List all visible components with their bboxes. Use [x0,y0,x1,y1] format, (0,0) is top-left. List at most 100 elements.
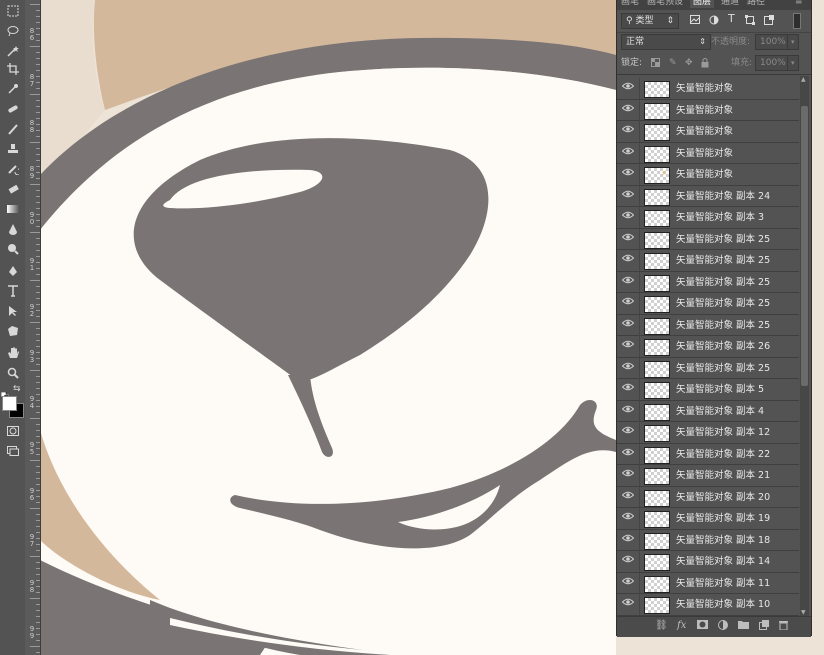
eraser-tool-icon[interactable] [3,180,22,198]
layer-name[interactable]: 矢量智能对象 副本 22 [676,448,770,461]
layer-thumbnail[interactable] [644,339,670,356]
eye-icon[interactable] [621,383,635,395]
layer-name[interactable]: 矢量智能对象 副本 20 [676,491,770,504]
layer-thumbnail[interactable] [644,511,670,528]
pen-tool-icon[interactable] [3,262,22,280]
layer-name[interactable]: 矢量智能对象 副本 25 [676,254,770,267]
panel-menu-icon[interactable]: ≡ [795,0,803,8]
default-colors-icon[interactable] [0,385,10,401]
eye-icon[interactable] [621,125,635,137]
lock-position-icon[interactable]: ✥ [685,57,693,69]
layer-name[interactable]: 矢量智能对象 [676,104,733,117]
eye-icon[interactable] [621,190,635,202]
trash-icon[interactable] [779,620,788,634]
zoom-tool-icon[interactable] [3,364,22,382]
layer-name[interactable]: 矢量智能对象 [676,168,733,181]
folder-icon[interactable] [738,620,749,633]
swap-colors-icon[interactable]: ⇆ [13,384,23,394]
layer-thumbnail[interactable] [644,468,670,485]
eye-icon[interactable] [621,276,635,288]
layer-list-scrollbar[interactable]: ▲ ▼ [800,76,809,616]
layer-name[interactable]: 矢量智能对象 [676,147,733,160]
layer-name[interactable]: 矢量智能对象 副本 5 [676,383,764,396]
tab-layers[interactable]: 图层 [690,0,715,8]
layer-filter-select[interactable]: ⚲ 类型 ⇕ [621,13,679,29]
filter-adjustment-icon[interactable] [709,15,719,29]
magic-wand-tool-icon[interactable] [3,42,22,60]
eye-icon[interactable] [621,405,635,417]
layer-row[interactable]: 矢量智能对象 副本 25 [617,357,799,379]
layer-name[interactable]: 矢量智能对象 副本 19 [676,512,770,525]
layer-thumbnail[interactable] [644,532,670,550]
eye-icon[interactable] [621,233,635,245]
layer-name[interactable]: 矢量智能对象 副本 25 [676,362,770,375]
layer-name[interactable]: 矢量智能对象 副本 25 [676,319,770,332]
blur-tool-icon[interactable] [3,220,22,238]
layer-row[interactable]: 矢量智能对象 副本 25 [617,228,799,250]
layer-thumbnail[interactable] [644,124,670,141]
brush-tool-icon[interactable] [3,120,22,138]
layer-name[interactable]: 矢量智能对象 副本 25 [676,297,770,310]
layer-row[interactable]: 矢量智能对象 副本 21 [617,465,799,487]
layer-name[interactable]: 矢量智能对象 副本 3 [676,211,764,224]
layer-row[interactable]: 矢量智能对象 [617,99,799,121]
layer-thumbnail[interactable] [644,253,670,270]
layer-name[interactable]: 矢量智能对象 副本 12 [676,426,770,439]
foreground-color-swatch[interactable] [2,396,17,411]
eye-icon[interactable] [621,598,635,610]
tab-brush-presets[interactable]: 画笔预设 [647,0,683,8]
layer-thumbnail[interactable] [644,360,670,378]
layer-thumbnail[interactable] [644,597,670,614]
eye-icon[interactable] [621,362,635,374]
layer-row[interactable]: 矢量智能对象 副本 24 [617,185,799,207]
scroll-down-icon[interactable]: ▼ [801,609,806,616]
layer-row[interactable]: 矢量智能对象 副本 25 [617,314,799,336]
layer-thumbnail[interactable] [644,188,670,206]
layer-thumbnail[interactable] [644,296,670,313]
layer-name[interactable]: 矢量智能对象 [676,125,733,138]
lock-pixels-icon[interactable]: ✎ [669,57,677,69]
layer-row[interactable]: 矢量智能对象 副本 10 [617,594,799,616]
layer-row[interactable]: 矢量智能对象 副本 25 [617,271,799,293]
layer-row[interactable]: ⚡ 矢量智能对象 [617,164,799,186]
layer-name[interactable]: 矢量智能对象 副本 18 [676,534,770,547]
eye-icon[interactable] [621,254,635,266]
eye-icon[interactable] [621,319,635,331]
layer-row[interactable]: 矢量智能对象 副本 3 [617,207,799,229]
layer-name[interactable]: 矢量智能对象 副本 4 [676,405,764,418]
layer-row[interactable]: 矢量智能对象 [617,142,799,164]
layer-name[interactable]: 矢量智能对象 副本 11 [676,577,770,590]
layer-row[interactable]: 矢量智能对象 副本 22 [617,443,799,465]
type-tool-icon[interactable] [3,282,22,300]
layer-row[interactable]: 矢量智能对象 副本 25 [617,293,799,315]
filter-pixel-icon[interactable] [690,15,700,28]
filter-type-icon[interactable]: T [728,13,735,25]
layer-thumbnail[interactable] [644,446,670,464]
eye-icon[interactable] [621,426,635,438]
lock-all-icon[interactable] [701,58,709,72]
layer-thumbnail[interactable] [644,554,670,571]
layer-thumbnail[interactable] [644,382,670,399]
healing-brush-tool-icon[interactable] [3,100,22,118]
adjustment-icon[interactable] [718,620,728,634]
eye-icon[interactable] [621,555,635,567]
layer-thumbnail[interactable] [644,425,670,442]
tab-brush[interactable]: 画笔 [621,0,639,8]
layer-row[interactable]: 矢量智能对象 副本 5 [617,379,799,401]
history-brush-tool-icon[interactable] [3,160,22,178]
quick-mask-icon[interactable] [3,422,22,440]
filter-toggle-switch[interactable] [793,13,801,29]
blend-mode-select[interactable]: 正常 ⇕ [621,34,711,50]
eye-icon[interactable] [621,448,635,460]
layer-name[interactable]: 矢量智能对象 副本 24 [676,190,770,203]
opacity-input[interactable]: 100% [755,34,789,50]
layer-thumbnail[interactable] [644,231,670,249]
layer-thumbnail[interactable] [644,145,670,163]
hand-tool-icon[interactable] [3,344,22,362]
lock-transparent-icon[interactable] [651,58,660,71]
eye-icon[interactable] [621,147,635,159]
eye-icon[interactable] [621,104,635,116]
path-selection-tool-icon[interactable] [3,302,22,320]
clone-stamp-tool-icon[interactable] [3,140,22,158]
fx-icon[interactable]: fx [677,620,686,632]
